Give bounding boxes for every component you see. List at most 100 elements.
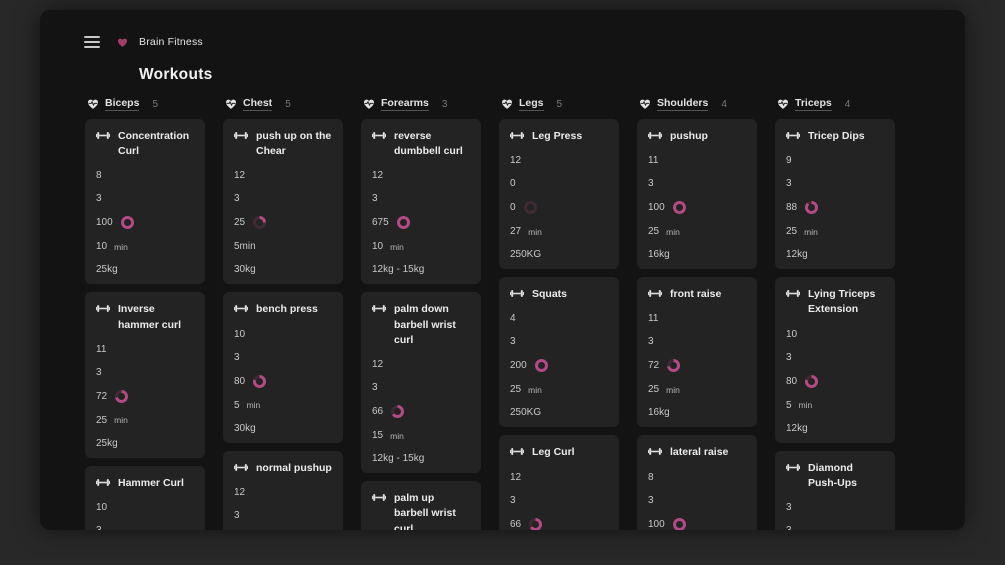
dumbbell-icon: [234, 131, 248, 159]
workout-card[interactable]: normal pushup12310015min30kg: [223, 451, 343, 530]
column-header: Triceps4: [777, 97, 895, 111]
weight-value: 12kg: [786, 423, 884, 434]
reps-number: 8: [96, 170, 102, 181]
duration-number: 10: [372, 241, 383, 252]
reps-value: 12: [510, 472, 608, 483]
column-name: Chest: [243, 97, 272, 111]
workout-card[interactable]: Squats4320025min250KG: [499, 277, 619, 427]
sets-number: 3: [234, 193, 240, 204]
reps-value: 8: [648, 472, 746, 483]
card-title-row: Concentration Curl: [96, 129, 194, 159]
card-title-text: Tricep Dips: [808, 129, 865, 144]
duration-value: 25 min: [648, 226, 746, 237]
reps-number: 11: [648, 155, 658, 166]
reps-value: 3: [786, 502, 884, 513]
dumbbell-icon: [510, 447, 524, 460]
progress-ring: [805, 201, 818, 214]
progress-ring: [535, 359, 548, 372]
weight-number: 30kg: [234, 423, 256, 434]
desktop-background: Brain Fitness Workouts Biceps5Concentrat…: [0, 0, 1005, 565]
progress-ring: [253, 375, 266, 388]
column-header: Legs5: [501, 97, 619, 111]
progress-number: 25: [234, 217, 245, 228]
duration-value: 25min: [510, 384, 608, 395]
reps-number: 12: [510, 472, 521, 483]
card-title-text: lateral raise: [670, 445, 728, 460]
weight-number: 250KG: [510, 407, 541, 418]
sets-value: 3: [648, 336, 746, 347]
column-name: Triceps: [795, 97, 832, 111]
workout-card[interactable]: push up on the Chear123255min30kg: [223, 119, 343, 284]
duration-unit: min: [666, 385, 680, 395]
weight-value: 250KG: [510, 249, 608, 260]
workout-card[interactable]: palm down barbell wrist curl1236615min12…: [361, 292, 481, 473]
duration-value: 25min: [96, 415, 194, 426]
weight-value: 250KG: [510, 407, 608, 418]
reps-number: 12: [372, 359, 383, 370]
workout-card[interactable]: lateral raise831007min16kg: [637, 435, 757, 530]
workout-card[interactable]: Inverse hammer curl1137225min25kg: [85, 292, 205, 457]
column-count-badge: 5: [152, 99, 158, 110]
dumbbell-icon: [648, 289, 662, 302]
duration-value: 15min: [372, 430, 470, 441]
progress-row: 100: [648, 201, 746, 214]
workout-card[interactable]: Diamond Push-Ups3326610min12kg: [775, 451, 895, 530]
column-count-badge: 4: [721, 99, 727, 110]
card-title-row: Leg Curl: [510, 445, 608, 460]
workout-card[interactable]: front raise1137225min16kg: [637, 277, 757, 427]
duration-number: 25: [648, 226, 659, 237]
heart-pulse-icon: [777, 98, 789, 110]
sets-number: 3: [648, 336, 654, 347]
board: Biceps5Concentration Curl8310010min25kgI…: [85, 97, 965, 530]
workout-card[interactable]: Hammer Curl10310015min25kg: [85, 466, 205, 530]
reps-number: 10: [234, 329, 245, 340]
reps-number: 11: [96, 344, 106, 355]
workout-card[interactable]: Lying Triceps Extension103805min12kg: [775, 277, 895, 442]
workout-card[interactable]: palm up barbell wrist curl12391: [361, 481, 481, 530]
weight-number: 250KG: [510, 249, 541, 260]
sets-number: 3: [510, 495, 516, 506]
card-title-text: palm down barbell wrist curl: [394, 302, 470, 348]
dumbbell-icon: [510, 131, 524, 144]
sets-value: 3: [96, 525, 194, 530]
sets-value: 3: [372, 193, 470, 204]
column-header: Shoulders4: [639, 97, 757, 111]
dumbbell-icon: [96, 478, 110, 491]
hamburger-icon[interactable]: [84, 36, 100, 48]
card-title-row: bench press: [234, 302, 332, 317]
weight-number: 25kg: [96, 264, 118, 275]
progress-number: 200: [510, 360, 527, 371]
duration-value: 5min: [786, 400, 884, 411]
workout-card[interactable]: Concentration Curl8310010min25kg: [85, 119, 205, 284]
heart-pulse-icon: [225, 98, 237, 110]
card-title-text: reverse dumbbell curl: [394, 129, 470, 159]
duration-number: 5: [786, 400, 792, 411]
workout-card[interactable]: Tricep Dips938825min12kg: [775, 119, 895, 269]
app-window: Brain Fitness Workouts Biceps5Concentrat…: [40, 10, 965, 530]
dumbbell-icon: [372, 304, 386, 348]
dumbbell-icon: [234, 304, 248, 317]
duration-unit: min: [666, 227, 680, 237]
dumbbell-icon: [648, 447, 662, 460]
duration-unit: min: [247, 400, 261, 410]
workout-card[interactable]: reverse dumbbell curl12367510min12kg - 1…: [361, 119, 481, 284]
sets-number: 3: [234, 352, 240, 363]
weight-value: 12kg: [786, 249, 884, 260]
dumbbell-icon: [234, 463, 248, 476]
duration-unit: min: [804, 227, 818, 237]
workout-card[interactable]: Leg Curl123665min250KG: [499, 435, 619, 530]
reps-value: 12: [234, 170, 332, 181]
reps-value: 12: [510, 155, 608, 166]
card-title-text: Concentration Curl: [118, 129, 194, 159]
progress-ring: [524, 201, 537, 214]
workout-card[interactable]: pushup11310025min16kg: [637, 119, 757, 269]
weight-number: 30kg: [234, 264, 256, 275]
card-title-row: normal pushup: [234, 461, 332, 476]
card-title-row: Leg Press: [510, 129, 608, 144]
dumbbell-icon: [96, 304, 110, 332]
duration-number: 10: [96, 241, 107, 252]
workout-card[interactable]: Leg Press120027min250KG: [499, 119, 619, 269]
heart-logo-icon: [117, 37, 128, 48]
workout-card[interactable]: bench press103805min30kg: [223, 292, 343, 442]
progress-row: 80: [234, 375, 332, 388]
